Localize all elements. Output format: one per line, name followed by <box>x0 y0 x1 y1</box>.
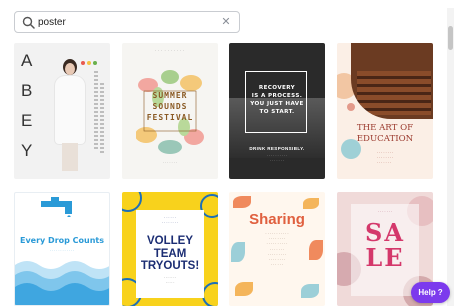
volleyball-graphic <box>202 282 218 306</box>
poster-letter: A <box>21 51 33 70</box>
template-card-abey[interactable]: A B E Y <box>14 43 110 179</box>
search-input[interactable] <box>38 14 208 30</box>
volleyball-graphic <box>122 192 142 212</box>
search-bar[interactable]: ✕ <box>14 11 240 33</box>
search-icon <box>22 16 35 29</box>
template-card-volley-tryouts[interactable]: · · · · · · · · · · · · · · VOLLEY TEAM T… <box>122 192 218 306</box>
template-card-art-of-education[interactable]: THE ART OF EDUCATION · · · · · · · · · · … <box>337 43 433 179</box>
wave-illustration <box>15 261 109 305</box>
question-icon: ? <box>437 288 443 297</box>
template-card-every-drop-counts[interactable]: Every Drop Counts · · · · · · · · · · · … <box>14 192 110 306</box>
template-card-summer-festival[interactable]: · · · · · · · · · · SUMMER SOUNDS FESTIV… <box>122 43 218 179</box>
clear-search-icon[interactable]: ✕ <box>219 15 233 29</box>
poster-title: Every Drop Counts <box>20 236 104 245</box>
help-button[interactable]: Help? <box>411 282 450 303</box>
poster-letter: E <box>21 111 33 130</box>
scrollbar[interactable] <box>447 8 454 306</box>
template-card-recovery[interactable]: RECOVERY IS A PROCESS. YOU JUST HAVE TO … <box>229 43 325 179</box>
poster-title: VOLLEY TEAM TRYOUTS! <box>140 235 200 272</box>
poster-search-page: ✕ A B E Y · · · · · · · · · · <box>0 0 455 306</box>
poster-subtitle: DRINK RESPONSIBLY. <box>249 146 305 151</box>
poster-panel: · · · · · · · · · · · · · · VOLLEY TEAM T… <box>136 210 204 298</box>
poster-title: SUMMER SOUNDS FESTIVAL <box>146 91 194 122</box>
poster-title: THE ART OF EDUCATION <box>356 123 414 144</box>
template-card-sharing[interactable]: Sharing · · · · · · · · · · · · · · · · ·… <box>229 192 325 306</box>
poster-title: SA LE <box>365 218 405 272</box>
scrollbar-thumb[interactable] <box>448 26 453 50</box>
help-label: Help <box>418 288 436 297</box>
poster-letter: B <box>21 81 33 100</box>
color-dots <box>81 52 99 70</box>
faucet-icon <box>41 197 72 217</box>
poster-letter: Y <box>21 141 33 160</box>
poster-title: RECOVERY IS A PROCESS. YOU JUST HAVE TO … <box>250 85 304 115</box>
poster-title: Sharing <box>249 211 305 228</box>
classroom-photo <box>351 43 433 119</box>
